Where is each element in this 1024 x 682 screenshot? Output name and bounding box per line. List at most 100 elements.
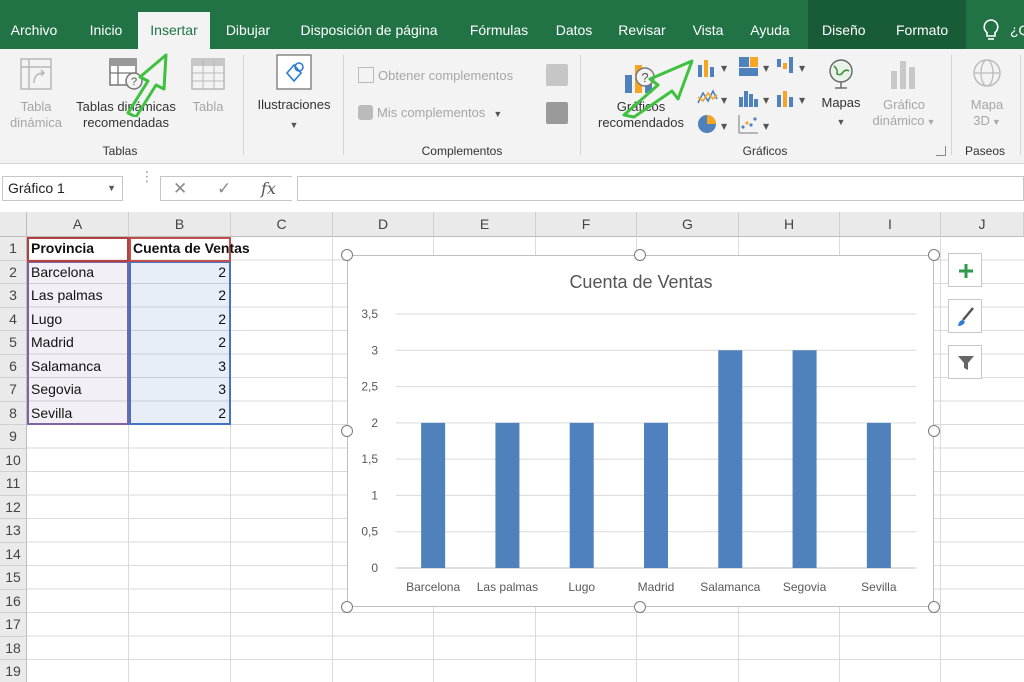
- column-header-g[interactable]: G: [637, 212, 739, 237]
- tab-formato[interactable]: Formato: [896, 12, 948, 49]
- cell-cuenta[interactable]: 2: [129, 261, 231, 285]
- column-header-c[interactable]: C: [231, 212, 333, 237]
- ilustraciones-button[interactable]: Ilustraciones ▼: [250, 53, 338, 133]
- row-header-2[interactable]: 2: [0, 260, 27, 284]
- cell-provincia[interactable]: Lugo: [27, 308, 129, 332]
- resize-handle[interactable]: [341, 601, 353, 613]
- chevron-down-icon[interactable]: ▼: [107, 177, 116, 200]
- line-chart-icon[interactable]: ▼: [697, 87, 737, 109]
- resize-handle[interactable]: [341, 249, 353, 261]
- row-header-14[interactable]: 14: [0, 542, 27, 566]
- row-header-13[interactable]: 13: [0, 519, 27, 543]
- column-header-d[interactable]: D: [333, 212, 434, 237]
- row-header-7[interactable]: 7: [0, 378, 27, 402]
- obtener-complementos-button[interactable]: Obtener complementos: [358, 67, 513, 83]
- chart-filters-button[interactable]: [948, 345, 982, 379]
- resize-handle[interactable]: [928, 601, 940, 613]
- cell-cuenta[interactable]: 2: [129, 284, 231, 308]
- column-chart-icon[interactable]: ▼: [697, 57, 737, 79]
- cell-cuenta[interactable]: 3: [129, 378, 231, 402]
- insert-function-icon[interactable]: fx: [261, 177, 276, 202]
- grafico-dinamico-button[interactable]: Gráfico dinámico ▼: [866, 57, 942, 130]
- bing-maps-icon[interactable]: [546, 64, 568, 86]
- cell-cuenta[interactable]: 2: [129, 402, 231, 426]
- row-header-6[interactable]: 6: [0, 354, 27, 378]
- resize-handle[interactable]: [341, 425, 353, 437]
- people-graph-icon[interactable]: [546, 102, 568, 124]
- bar-segovia[interactable]: [792, 350, 817, 568]
- mapas-button[interactable]: Mapas ▼: [816, 57, 866, 130]
- name-box[interactable]: Gráfico 1 ▼: [2, 176, 123, 201]
- cell-cuenta[interactable]: 2: [129, 331, 231, 355]
- column-header-e[interactable]: E: [434, 212, 536, 237]
- cell-cuenta[interactable]: 3: [129, 355, 231, 379]
- column-header-h[interactable]: H: [739, 212, 840, 237]
- lightbulb-icon[interactable]: [980, 18, 1002, 42]
- hierarchy-chart-icon[interactable]: ▼: [738, 55, 774, 79]
- column-header-b[interactable]: B: [129, 212, 231, 237]
- row-header-5[interactable]: 5: [0, 331, 27, 355]
- cell-provincia[interactable]: Las palmas: [27, 284, 129, 308]
- tell-me-search[interactable]: ¿Q: [1010, 12, 1024, 49]
- tab-revisar[interactable]: Revisar: [608, 12, 676, 49]
- tab-archivo[interactable]: Archivo: [0, 12, 68, 49]
- column-header-f[interactable]: F: [536, 212, 637, 237]
- waterfall-chart-icon[interactable]: ▼: [776, 55, 812, 79]
- row-header-18[interactable]: 18: [0, 636, 27, 660]
- resize-handle[interactable]: [928, 425, 940, 437]
- formula-input[interactable]: [297, 176, 1024, 201]
- dialog-launcher-icon[interactable]: [936, 146, 946, 156]
- cell-provincia[interactable]: Madrid: [27, 331, 129, 355]
- cell-provincia[interactable]: Salamanca: [27, 355, 129, 379]
- pie-chart-icon[interactable]: ▼: [697, 113, 737, 135]
- chart-elements-button[interactable]: [948, 253, 982, 287]
- bar-madrid[interactable]: [644, 422, 668, 568]
- column-header-i[interactable]: I: [840, 212, 941, 237]
- bar-salamanca[interactable]: [718, 350, 743, 568]
- select-all-corner[interactable]: [0, 212, 27, 237]
- row-header-3[interactable]: 3: [0, 284, 27, 308]
- combo-chart-icon[interactable]: ▼: [776, 87, 812, 109]
- row-header-17[interactable]: 17: [0, 613, 27, 637]
- resize-handle[interactable]: [634, 601, 646, 613]
- row-header-15[interactable]: 15: [0, 566, 27, 590]
- tab-ayuda[interactable]: Ayuda: [740, 12, 800, 49]
- chart-styles-button[interactable]: [948, 299, 982, 333]
- tabla-button[interactable]: Tabla: [186, 57, 230, 115]
- mapa-3d-button[interactable]: Mapa 3D ▼: [958, 57, 1016, 130]
- cell-cuenta[interactable]: 2: [129, 308, 231, 332]
- bar-las-palmas[interactable]: [495, 422, 520, 568]
- row-header-19[interactable]: 19: [0, 660, 27, 682]
- column-header-j[interactable]: J: [941, 212, 1024, 237]
- bar-barcelona[interactable]: [421, 422, 446, 568]
- row-header-16[interactable]: 16: [0, 589, 27, 613]
- tab-diseno[interactable]: Diseño: [822, 12, 866, 49]
- tab-disposicion[interactable]: Disposición de página: [288, 12, 450, 49]
- row-header-9[interactable]: 9: [0, 425, 27, 449]
- row-header-8[interactable]: 8: [0, 401, 27, 425]
- cell-provincia[interactable]: Sevilla: [27, 402, 129, 426]
- header-provincia[interactable]: Provincia: [27, 237, 129, 261]
- tab-formulas[interactable]: Fórmulas: [458, 12, 540, 49]
- row-header-11[interactable]: 11: [0, 472, 27, 496]
- confirm-icon[interactable]: ✓: [217, 177, 231, 202]
- bar-sevilla[interactable]: [866, 422, 891, 568]
- resize-handle[interactable]: [928, 249, 940, 261]
- chart-object[interactable]: Cuenta de Ventas 0 0,5 1 1,5 2 2,5 3 3,5 Barcel…: [347, 255, 934, 607]
- mis-complementos-button[interactable]: Mis complementos ▼: [358, 105, 502, 120]
- resize-handle[interactable]: [634, 249, 646, 261]
- cancel-icon[interactable]: ✕: [173, 177, 187, 202]
- tabla-dinamica-button[interactable]: Tabla dinámica: [4, 57, 68, 131]
- cell-provincia[interactable]: Segovia: [27, 378, 129, 402]
- tab-inicio[interactable]: Inicio: [76, 12, 136, 49]
- row-header-1[interactable]: 1: [0, 237, 27, 261]
- statistic-chart-icon[interactable]: ▼: [738, 87, 774, 109]
- bar-lugo[interactable]: [569, 422, 594, 568]
- tab-dibujar[interactable]: Dibujar: [214, 12, 282, 49]
- tab-datos[interactable]: Datos: [546, 12, 602, 49]
- chart-title[interactable]: Cuenta de Ventas: [569, 272, 712, 292]
- header-cuenta[interactable]: Cuenta de Ventas: [129, 237, 289, 261]
- row-header-4[interactable]: 4: [0, 307, 27, 331]
- row-header-10[interactable]: 10: [0, 448, 27, 472]
- column-header-a[interactable]: A: [27, 212, 129, 237]
